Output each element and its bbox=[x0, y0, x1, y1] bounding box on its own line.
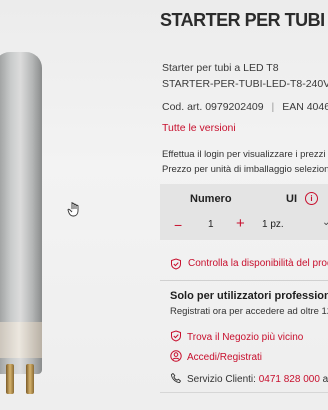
customer-service-label: Servizio Clienti: bbox=[187, 374, 256, 385]
section-divider bbox=[160, 392, 328, 393]
hand-cursor-icon bbox=[67, 201, 81, 220]
chevron-down-icon[interactable]: ⌄ bbox=[322, 217, 328, 228]
quantity-minus-button[interactable]: − bbox=[174, 217, 182, 233]
login-register-label: Accedi/Registrati bbox=[187, 352, 263, 363]
pro-users-title: Solo per utilizzatori professione bbox=[170, 290, 328, 302]
product-description: Starter per tubi a LED T8 bbox=[162, 62, 279, 74]
ean-value: 40462 bbox=[306, 101, 328, 113]
ean-label: EAN bbox=[282, 101, 304, 113]
check-availability-link[interactable]: Controlla la disponibilità del prodo bbox=[188, 258, 328, 269]
shield-check-icon bbox=[171, 258, 181, 270]
user-icon bbox=[170, 350, 182, 362]
login-register-link[interactable]: Accedi/Registrati bbox=[170, 350, 262, 363]
product-code-name: STARTER-PER-TUBI-LED-T8-240V bbox=[162, 78, 328, 90]
info-icon[interactable]: i bbox=[305, 192, 318, 205]
customer-service-phone[interactable]: 0471 828 000 bbox=[259, 374, 320, 385]
phone-icon bbox=[170, 373, 181, 384]
starter-pin bbox=[26, 364, 34, 394]
shield-check-icon bbox=[171, 330, 181, 342]
find-store-link[interactable]: Trova il Negozio più vicino bbox=[170, 330, 303, 343]
starter-pin bbox=[6, 364, 14, 394]
quantity-header: Numero bbox=[190, 193, 232, 205]
codes-separator: | bbox=[271, 101, 275, 113]
product-title: STARTER PER TUBI A LE bbox=[160, 10, 328, 30]
customer-service-tail: an bbox=[322, 374, 328, 385]
unit-price-note: Prezzo per unità di imballaggio selezion… bbox=[162, 164, 328, 175]
quantity-input[interactable]: 1 bbox=[208, 219, 214, 230]
quantity-plus-button[interactable]: + bbox=[236, 215, 245, 232]
customer-service: Servizio Clienti: 0471 828 000 an bbox=[170, 372, 328, 385]
unit-header: UI bbox=[286, 193, 297, 205]
product-page: STARTER PER TUBI A LE Starter per tubi a… bbox=[0, 0, 328, 410]
cod-art-label: Cod. art. bbox=[162, 101, 203, 113]
section-divider bbox=[160, 280, 328, 281]
unit-select[interactable]: 1 pz. bbox=[262, 219, 284, 230]
product-codes: Cod. art. 0979202409 | EAN 40462 bbox=[162, 101, 328, 113]
product-info-panel: STARTER PER TUBI A LE Starter per tubi a… bbox=[160, 0, 328, 410]
pro-users-subtitle: Registrati ora per accedere ad oltre 12 bbox=[170, 306, 328, 317]
quantity-selector: Numero UI i − 1 + 1 pz. ⌄ bbox=[160, 184, 328, 240]
find-store-label: Trova il Negozio più vicino bbox=[187, 332, 304, 343]
product-image[interactable] bbox=[0, 0, 152, 410]
login-price-note: Effettua il login per visualizzare i pre… bbox=[162, 149, 326, 160]
starter-tube-cap bbox=[0, 322, 42, 358]
all-versions-link[interactable]: Tutte le versioni bbox=[162, 122, 236, 134]
cod-art-value: 0979202409 bbox=[205, 101, 264, 113]
